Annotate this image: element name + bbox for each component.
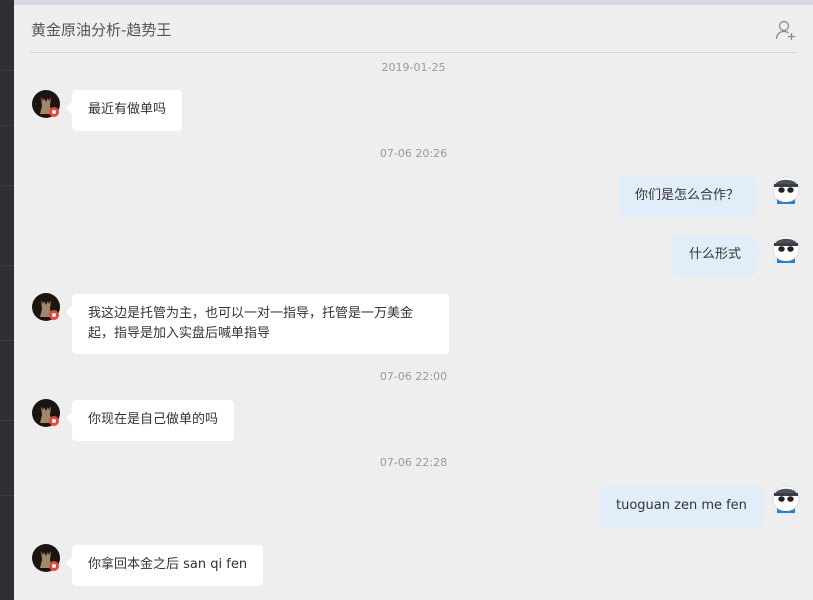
panda-avatar[interactable]	[771, 233, 801, 263]
add-user-icon[interactable]	[775, 19, 797, 41]
message-bubble: 你拿回本金之后 san qi fen	[65, 545, 264, 586]
message-bubble: tuoguan zen me fen	[600, 486, 769, 527]
message-bubble: 什么形式	[673, 235, 764, 276]
message-bubble: 你们是怎么合作？	[619, 176, 762, 217]
left-sidebar	[0, 0, 14, 600]
contact-avatar[interactable]	[31, 398, 61, 428]
sidebar-divider	[0, 340, 14, 341]
sidebar-divider	[0, 125, 14, 126]
chat-header: 黄金原油分析-趋势王	[30, 5, 797, 53]
contact-avatar[interactable]	[31, 543, 61, 573]
message-bubble: 最近有做单吗	[65, 90, 183, 131]
timestamp: 2019-01-25	[381, 61, 446, 74]
panda-avatar[interactable]	[771, 174, 801, 204]
sidebar-divider	[0, 185, 14, 186]
message-bubble: 我这边是托管为主，也可以一对一指导，托管是一万美金起，指导是加入实盘后喊单指导	[66, 294, 449, 354]
sidebar-divider	[0, 70, 14, 71]
sidebar-divider	[0, 265, 14, 266]
timestamp: 07-06 20:26	[379, 147, 448, 160]
contact-avatar[interactable]	[31, 89, 61, 119]
timestamp: 07-06 22:00	[379, 370, 448, 383]
contact-avatar[interactable]	[31, 292, 61, 322]
sidebar-divider	[0, 495, 14, 496]
chat-title: 黄金原油分析-趋势王	[31, 21, 172, 39]
timestamp: 07-06 22:28	[379, 456, 448, 469]
panda-avatar[interactable]	[771, 483, 801, 513]
sidebar-divider	[0, 420, 14, 421]
message-bubble: 你现在是自己做单的吗	[65, 400, 235, 441]
